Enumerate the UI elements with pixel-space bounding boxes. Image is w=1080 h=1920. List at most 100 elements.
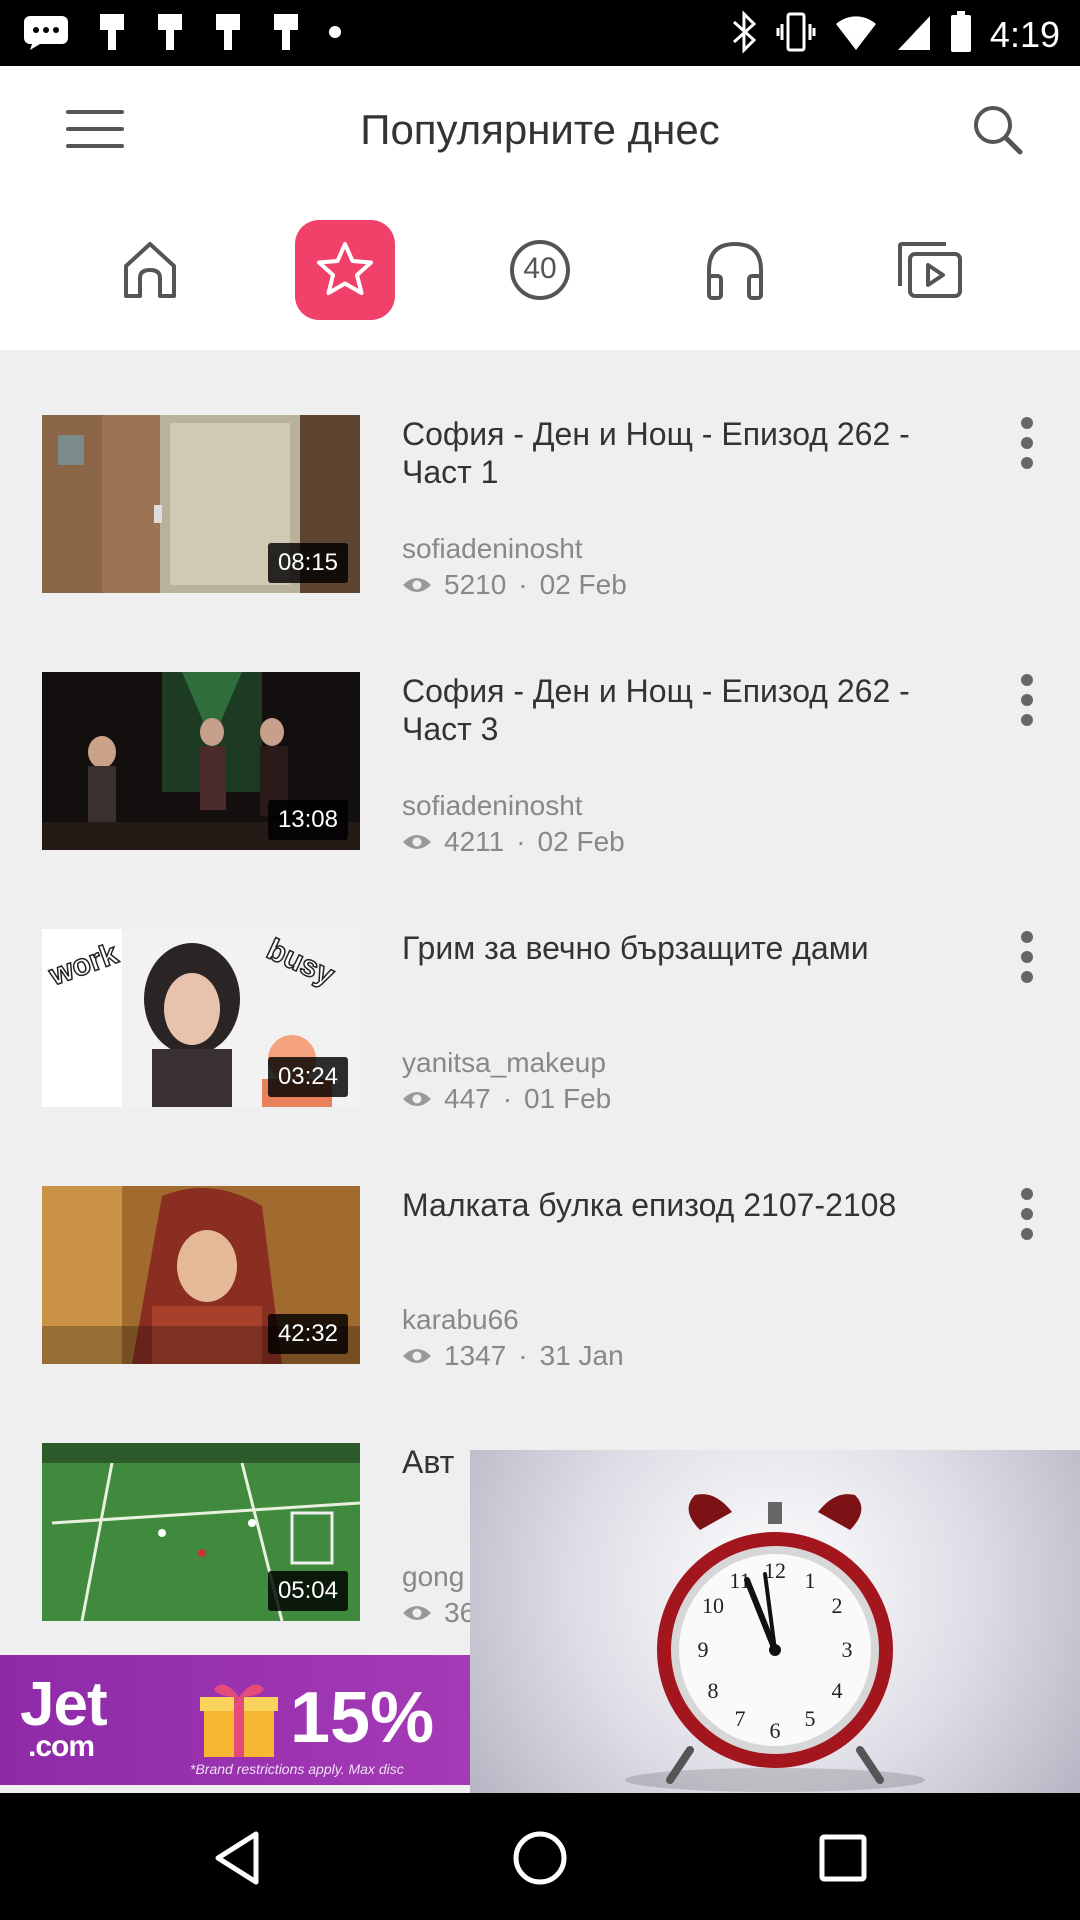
upload-date: 02 Feb (539, 569, 627, 600)
video-item[interactable]: 13:08 София - Ден и Нощ - Епизод 262 - Ч… (0, 672, 1080, 929)
video-meta: 1347 · 31 Jan (402, 1340, 624, 1372)
ad-banner[interactable]: Jet .com 15% *Brand restrictions apply. … (0, 1655, 470, 1785)
video-thumbnail[interactable]: 08:15 (42, 415, 360, 593)
svg-text:9: 9 (698, 1637, 709, 1662)
dot-icon (328, 25, 342, 44)
separator: · (518, 569, 528, 600)
video-duration: 05:04 (267, 1571, 348, 1611)
channel-name: gong (402, 1561, 465, 1592)
video-duration: 13:08 (267, 800, 348, 840)
video-item[interactable]: 08:15 София - Ден и Нощ - Епизод 262 - Ч… (0, 415, 1080, 672)
more-options-button[interactable] (1010, 415, 1044, 471)
video-duration: 03:24 (267, 1057, 348, 1097)
playlist-icon (898, 242, 962, 298)
upload-date: 31 Jan (539, 1340, 624, 1371)
video-duration: 08:15 (267, 543, 348, 583)
recents-button[interactable] (808, 1823, 878, 1893)
video-thumbnail[interactable]: work busy 03:24 (42, 929, 360, 1107)
view-count: 5210 (444, 569, 507, 600)
channel-name: sofiadeninosht (402, 533, 583, 564)
svg-text:6: 6 (770, 1718, 781, 1743)
back-button[interactable] (202, 1823, 272, 1893)
svg-text:5: 5 (805, 1706, 816, 1731)
eye-icon (403, 1606, 431, 1620)
eye-icon (403, 1349, 431, 1363)
notification-icon (154, 12, 186, 57)
video-title[interactable]: Малката булка епизод 2107-2108 (402, 1186, 982, 1224)
signal-icon (896, 12, 932, 57)
search-button[interactable] (970, 102, 1026, 158)
star-icon (317, 242, 373, 295)
video-item[interactable]: 42:32 Малката булка епизод 2107-2108 kar… (0, 1186, 1080, 1443)
view-count: 4211 (444, 826, 505, 857)
clock: 4:19 (989, 13, 1060, 55)
video-item[interactable]: work busy 03:24 Грим за вечно бързащите … (0, 929, 1080, 1186)
video-thumbnail[interactable]: 13:08 (42, 672, 360, 850)
channel-name: yanitsa_makeup (402, 1047, 606, 1078)
tab-top-40[interactable]: 40 (490, 220, 590, 320)
view-count: 1347 (444, 1340, 507, 1371)
channel-name: sofiadeninosht (402, 790, 583, 821)
tab-music[interactable] (685, 220, 785, 320)
search-icon (974, 106, 1023, 155)
eye-icon (403, 578, 431, 592)
battery-icon (950, 11, 972, 58)
ad-fine-print: *Brand restrictions apply. Max disc (190, 1761, 404, 1777)
video-meta: 5210 · 02 Feb (402, 569, 627, 601)
tab-home[interactable] (100, 220, 200, 320)
video-duration: 42:32 (267, 1314, 348, 1354)
bluetooth-icon (730, 10, 758, 59)
video-title[interactable]: София - Ден и Нощ - Епизод 262 - Част 3 (402, 672, 982, 748)
app-header: Популярните днес 40 (0, 66, 1080, 350)
svg-text:7: 7 (735, 1706, 746, 1731)
eye-icon (403, 1092, 431, 1106)
more-options-button[interactable] (1010, 1186, 1044, 1242)
page-title: Популярните днес (360, 106, 720, 153)
home-circle-icon (513, 1831, 567, 1885)
eye-icon (403, 835, 431, 849)
video-thumbnail[interactable]: 42:32 (42, 1186, 360, 1364)
separator: · (502, 1083, 513, 1114)
home-icon (124, 242, 176, 298)
svg-text:2: 2 (832, 1593, 843, 1618)
ad-brand: Jet .com (20, 1669, 108, 1764)
wifi-icon (834, 12, 878, 57)
video-meta: 36 (402, 1597, 475, 1629)
notification-icon (212, 12, 244, 57)
tab-playlists[interactable] (880, 220, 980, 320)
svg-text:8: 8 (708, 1678, 719, 1703)
video-meta: 447 · 01 Feb (402, 1083, 611, 1115)
separator: · (516, 826, 526, 857)
video-meta: 4211 · 02 Feb (402, 826, 625, 858)
video-title[interactable]: Грим за вечно бързащите дами (402, 929, 982, 967)
ad-offer: 15% (290, 1678, 435, 1758)
upload-date: 01 Feb (524, 1083, 612, 1114)
mini-video-player[interactable]: 12 1 2 345 678 9 10 11 (470, 1450, 1080, 1793)
separator: · (518, 1340, 528, 1371)
recents-icon (819, 1834, 867, 1882)
channel-name: karabu66 (402, 1304, 519, 1335)
svg-text:3: 3 (842, 1637, 853, 1662)
back-icon (215, 1831, 259, 1885)
video-thumbnail[interactable]: 05:04 (42, 1443, 360, 1621)
more-options-button[interactable] (1010, 672, 1044, 728)
home-button[interactable] (505, 1823, 575, 1893)
vibrate-icon (776, 10, 816, 59)
alarm-clock-image: 12 12 345 678 91011 (625, 1494, 925, 1792)
more-options-button[interactable] (1010, 929, 1044, 985)
view-count: 447 (444, 1083, 491, 1114)
svg-text:4: 4 (832, 1678, 843, 1703)
notification-icon (270, 12, 302, 57)
messages-icon (22, 14, 70, 55)
tab-top-40-label: 40 (523, 252, 557, 285)
video-title[interactable]: София - Ден и Нощ - Епизод 262 - Част 1 (402, 415, 982, 491)
svg-text:1: 1 (805, 1568, 816, 1593)
headphones-icon (707, 241, 763, 300)
notification-icon (96, 12, 128, 57)
category-tabs: 40 (0, 220, 1080, 330)
status-bar: 4:19 (0, 0, 1080, 66)
tab-popular[interactable] (295, 220, 395, 320)
upload-date: 02 Feb (537, 826, 625, 857)
system-navigation-bar (0, 1793, 1080, 1920)
svg-text:10: 10 (702, 1593, 724, 1618)
